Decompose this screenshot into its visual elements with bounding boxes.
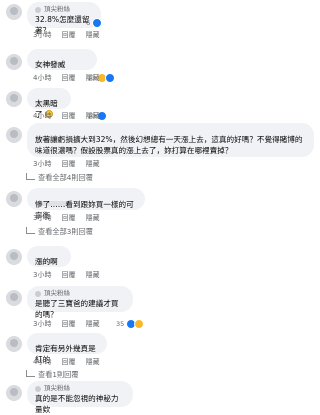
timestamp[interactable]: 3小時 <box>33 31 51 40</box>
hide-button[interactable]: 隱藏 <box>85 271 99 280</box>
view-replies-link[interactable]: 查看全部4則回覆 <box>26 173 93 183</box>
hide-button[interactable]: 隱藏 <box>85 160 99 169</box>
avatar[interactable] <box>6 290 22 306</box>
view-replies-link[interactable]: 查看全部3則回覆 <box>26 227 93 237</box>
avatar[interactable] <box>6 385 22 401</box>
like-reaction-icon <box>92 18 103 28</box>
comment-actions: 3小時 回覆 隱藏 <box>33 271 99 280</box>
comment-bubble: 頂尖粉絲 是聽了三寶爸的建議才買的嗎？ <box>27 286 133 319</box>
timestamp[interactable]: 3小時 <box>33 320 51 329</box>
reaction-count[interactable]: 6 <box>86 18 103 28</box>
comment-actions: 4小時 回覆 隱藏 <box>33 112 99 121</box>
reply-button[interactable]: 回覆 <box>61 358 75 367</box>
reaction-count-value: 6 <box>86 18 91 27</box>
comment-actions: 4小時 回覆 隱藏 <box>33 358 99 367</box>
comment-bubble: 頂尖粉絲 真的是不能忽視的神秘力量欸 <box>27 381 133 414</box>
comment-text: 漲的啊 <box>35 257 58 266</box>
hide-button[interactable]: 隱藏 <box>85 214 99 223</box>
reply-arrow-icon <box>26 227 35 234</box>
haha-reaction-icon <box>134 319 145 329</box>
reply-button[interactable]: 回覆 <box>61 271 75 280</box>
avatar[interactable] <box>6 91 22 107</box>
reply-button[interactable]: 回覆 <box>61 160 75 169</box>
badge-icon <box>35 385 41 392</box>
reply-arrow-icon <box>26 370 35 377</box>
avatar[interactable] <box>6 54 22 70</box>
comment-bubble: 放著讓虧損擴大到32%，然後幻想總有一天漲上去，這真的好嗎？不覺得賭博的味道很濃… <box>27 123 314 157</box>
timestamp[interactable]: 4小時 <box>33 112 51 121</box>
comment-actions: 3小時 回覆 隱藏 <box>33 31 99 40</box>
comment-text: 是聽了三寶爸的建議才買的嗎？ <box>35 299 119 319</box>
comment-bubble: 女神發威 <box>27 49 97 70</box>
timestamp[interactable]: 3小時 <box>33 160 51 169</box>
timestamp[interactable]: 3小時 <box>33 214 51 223</box>
comment-actions: 3小時 回覆 隱藏 <box>33 320 99 329</box>
avatar[interactable] <box>6 336 22 352</box>
hide-button[interactable]: 隱藏 <box>85 74 99 83</box>
hide-button[interactable]: 隱藏 <box>85 112 99 121</box>
badge-icon <box>35 6 41 13</box>
like-reaction-icon <box>105 73 116 83</box>
comment-bubble: 漲的啊 <box>27 246 71 267</box>
view-replies-link[interactable]: 查看1則回覆 <box>26 370 79 380</box>
avatar[interactable] <box>6 249 22 265</box>
badge-icon <box>35 290 41 297</box>
comment-bubble: 肯定有另外幾頁是紅的 <box>27 333 107 364</box>
timestamp[interactable]: 4小時 <box>33 358 51 367</box>
reply-arrow-icon <box>26 173 35 180</box>
reply-button[interactable]: 回覆 <box>61 112 75 121</box>
hide-button[interactable]: 隱藏 <box>85 358 99 367</box>
reply-button[interactable]: 回覆 <box>61 74 75 83</box>
reply-button[interactable]: 回覆 <box>61 214 75 223</box>
comment-text: 真的是不能忽視的神秘力量欸 <box>35 394 119 414</box>
hide-button[interactable]: 隱藏 <box>85 320 99 329</box>
comment-actions: 4小時 回覆 隱藏 <box>33 74 99 83</box>
reaction-count[interactable]: 35 <box>116 319 145 329</box>
hide-button[interactable]: 隱藏 <box>85 31 99 40</box>
timestamp[interactable]: 3小時 <box>33 271 51 280</box>
comment-thread: 頂尖粉絲 32.8%怎麼還留著？ 6 3小時 回覆 隱藏 女神發威 13 4小時… <box>0 0 320 414</box>
top-fan-badge: 頂尖粉絲 <box>35 289 125 298</box>
top-fan-badge: 頂尖粉絲 <box>35 5 93 14</box>
reply-button[interactable]: 回覆 <box>61 320 75 329</box>
comment-text: 女神發威 <box>35 60 66 69</box>
avatar[interactable] <box>6 4 22 20</box>
avatar[interactable] <box>6 127 22 143</box>
comment-bubble: 慘了……看到跟妳買一樣的可寧衛 <box>27 188 145 220</box>
avatar[interactable] <box>6 191 22 207</box>
comment-actions: 3小時 回覆 隱藏 <box>33 160 99 169</box>
comment-text: 放著讓虧損擴大到32%，然後幻想總有一天漲上去，這真的好嗎？不覺得賭博的味道很濃… <box>35 135 303 155</box>
comment-bubble: 太黑暗了 <box>27 88 71 119</box>
reaction-count-value: 35 <box>116 319 125 328</box>
comment-actions: 3小時 回覆 隱藏 <box>33 214 99 223</box>
top-fan-badge: 頂尖粉絲 <box>35 384 125 393</box>
reply-button[interactable]: 回覆 <box>61 31 75 40</box>
timestamp[interactable]: 4小時 <box>33 74 51 83</box>
